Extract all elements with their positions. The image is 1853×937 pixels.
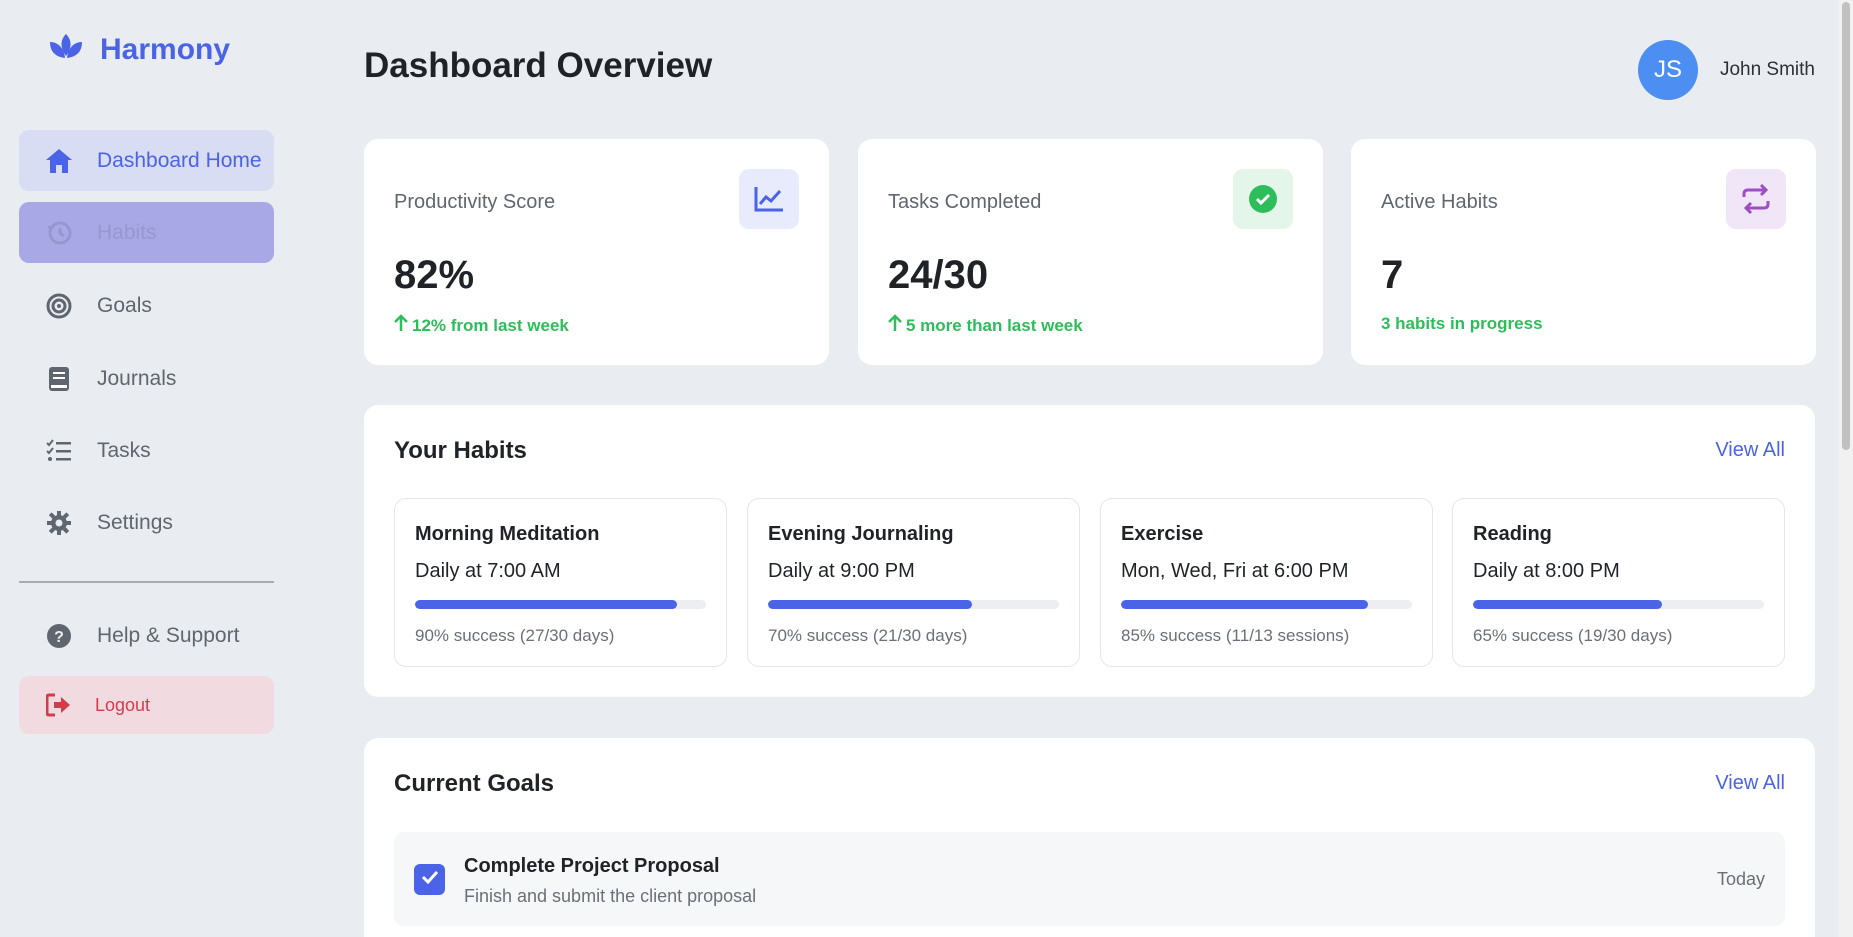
habit-schedule: Daily at 8:00 PM (1473, 560, 1620, 582)
target-icon (43, 290, 75, 322)
habit-progress-fill (1473, 600, 1663, 609)
habit-name: Morning Meditation (415, 523, 600, 545)
sidebar-item-label: Settings (97, 510, 173, 534)
habit-card[interactable]: Exercise Mon, Wed, Fri at 6:00 PM 85% su… (1100, 498, 1433, 667)
goal-item[interactable]: Complete Project Proposal Finish and sub… (394, 832, 1785, 926)
habit-schedule: Daily at 7:00 AM (415, 560, 561, 582)
sidebar-item-habits[interactable]: Habits (19, 202, 274, 263)
sidebar-divider (19, 581, 274, 583)
gear-icon (43, 507, 75, 539)
habit-stats: 90% success (27/30 days) (415, 626, 615, 645)
sidebar-item-help[interactable]: ? Help & Support (19, 605, 274, 666)
habits-panel: Your Habits View All Morning Meditation … (364, 405, 1815, 697)
stat-label: Active Habits (1381, 191, 1498, 213)
avatar[interactable]: JS (1637, 40, 1698, 100)
stat-card-tasks: Tasks Completed 24/30 5 more than last w… (858, 139, 1323, 365)
sidebar-item-label: Goals (97, 293, 152, 317)
habit-card[interactable]: Reading Daily at 8:00 PM 65% success (19… (1452, 498, 1785, 667)
stat-label: Tasks Completed (888, 191, 1042, 213)
stat-card-habits: Active Habits 7 3 habits in progress (1351, 139, 1816, 365)
svg-text:?: ? (54, 629, 64, 646)
habit-stats: 65% success (19/30 days) (1473, 626, 1673, 645)
page-scrollbar[interactable] (1839, 0, 1853, 937)
lotus-logo-icon (46, 32, 86, 69)
stat-value: 82% (394, 253, 475, 297)
check-circle-icon (1233, 169, 1293, 229)
sidebar-item-label: Tasks (97, 438, 151, 462)
habit-name: Evening Journaling (768, 523, 954, 545)
stat-label: Productivity Score (394, 191, 556, 213)
habit-name: Exercise (1121, 523, 1204, 545)
stat-value: 7 (1381, 253, 1404, 297)
goal-checkbox[interactable] (414, 864, 445, 895)
habit-card[interactable]: Morning Meditation Daily at 7:00 AM 90% … (394, 498, 727, 667)
sidebar-item-dashboard-home[interactable]: Dashboard Home (19, 130, 274, 191)
habit-progress-bar (1121, 600, 1412, 609)
stat-card-productivity: Productivity Score 82% 12% from last wee… (364, 139, 829, 365)
stat-trend-text: 12% from last week (412, 315, 569, 335)
view-all-goals-link[interactable]: View All (1715, 772, 1785, 795)
book-icon (43, 363, 75, 395)
arrow-up-icon (394, 314, 408, 337)
habit-progress-bar (1473, 600, 1764, 609)
logout-label: Logout (95, 694, 151, 715)
chart-line-icon (739, 169, 799, 229)
arrow-up-icon (888, 314, 902, 337)
stat-trend: 12% from last week (394, 314, 569, 337)
sidebar-item-label: Journals (97, 366, 177, 390)
sidebar-item-goals[interactable]: Goals (19, 275, 274, 336)
checkmark-icon (421, 870, 439, 889)
checklist-icon (43, 435, 75, 467)
habit-progress-fill (768, 600, 972, 609)
user-menu[interactable]: JS John Smith (1637, 40, 1815, 100)
panel-title: Current Goals (394, 770, 555, 797)
goal-title: Complete Project Proposal (464, 855, 720, 877)
habit-progress-bar (415, 600, 706, 609)
habit-progress-fill (415, 600, 677, 609)
panel-title: Your Habits (394, 437, 527, 464)
question-icon: ? (43, 620, 75, 652)
goals-panel: Current Goals View All Complete Project … (364, 738, 1815, 937)
habit-stats: 70% success (21/30 days) (768, 626, 968, 645)
history-icon (43, 217, 75, 249)
sidebar-item-settings[interactable]: Settings (19, 492, 274, 553)
home-icon (43, 145, 75, 177)
repeat-icon (1726, 169, 1786, 229)
goal-description: Finish and submit the client proposal (464, 886, 757, 906)
stat-value: 24/30 (888, 253, 989, 297)
sidebar-item-journals[interactable]: Journals (19, 348, 274, 409)
habit-card[interactable]: Evening Journaling Daily at 9:00 PM 70% … (747, 498, 1080, 667)
sidebar-item-label: Help & Support (97, 623, 240, 647)
sidebar-item-tasks[interactable]: Tasks (19, 420, 274, 481)
sidebar-item-label: Dashboard Home (97, 148, 262, 172)
habit-schedule: Daily at 9:00 PM (768, 560, 915, 582)
stat-trend-text: 5 more than last week (906, 315, 1083, 335)
stat-trend-text: 3 habits in progress (1381, 314, 1543, 333)
logout-icon (43, 689, 75, 721)
habit-progress-bar (768, 600, 1059, 609)
stat-trend: 3 habits in progress (1381, 314, 1543, 334)
brand-name: Harmony (100, 33, 231, 66)
habit-stats: 85% success (11/13 sessions) (1121, 626, 1350, 645)
view-all-habits-link[interactable]: View All (1715, 439, 1785, 462)
scrollbar-thumb[interactable] (1842, 2, 1850, 450)
stat-trend: 5 more than last week (888, 314, 1083, 337)
habit-progress-fill (1121, 600, 1369, 609)
brand[interactable]: Harmony (46, 30, 230, 70)
page-title: Dashboard Overview (364, 46, 713, 85)
goal-due-date: Today (1716, 869, 1765, 889)
habit-name: Reading (1473, 523, 1552, 545)
logout-button[interactable]: Logout (19, 676, 274, 734)
sidebar: Harmony Dashboard Home Habits Goals Jour… (0, 0, 300, 937)
user-name: John Smith (1719, 59, 1815, 80)
sidebar-item-label: Habits (97, 220, 157, 244)
habit-schedule: Mon, Wed, Fri at 6:00 PM (1121, 560, 1349, 582)
